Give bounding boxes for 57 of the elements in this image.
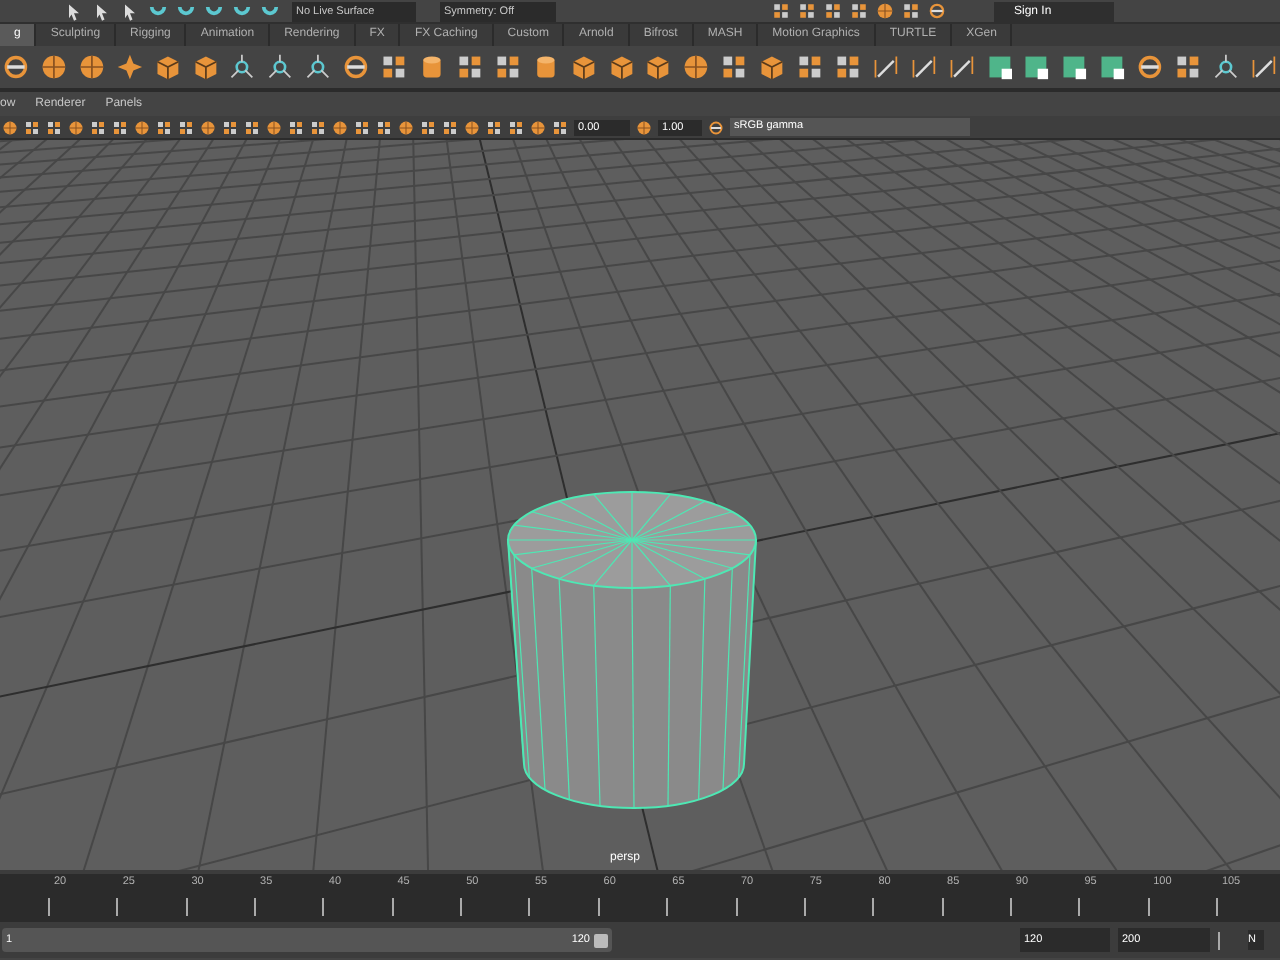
grid-icon[interactable] [508, 119, 524, 135]
grid-icon[interactable] [552, 119, 568, 135]
sphere-icon[interactable] [682, 52, 711, 82]
cube-icon[interactable] [758, 52, 787, 82]
grid-icon[interactable] [90, 119, 106, 135]
grid-icon[interactable] [796, 52, 824, 82]
grid-icon[interactable] [288, 119, 304, 135]
grid-icon[interactable] [380, 52, 408, 82]
grid-icon[interactable] [850, 2, 868, 20]
star-icon[interactable] [115, 52, 144, 82]
sphere-icon[interactable] [68, 119, 84, 135]
grid-icon[interactable] [833, 52, 862, 82]
grid-icon[interactable] [824, 2, 842, 20]
cylinder-icon[interactable] [531, 52, 560, 82]
grid-icon[interactable] [112, 119, 128, 135]
grid-icon[interactable] [354, 119, 370, 135]
sphere-icon[interactable] [77, 52, 106, 82]
sphere-icon[interactable] [2, 119, 18, 135]
sphere-icon[interactable] [39, 52, 68, 82]
grid-icon[interactable] [493, 52, 522, 82]
grid-icon[interactable] [222, 119, 238, 135]
sphere-icon[interactable] [530, 119, 546, 135]
square-icon[interactable] [1022, 52, 1051, 82]
cube-icon[interactable] [191, 52, 219, 82]
grid-icon[interactable] [46, 119, 62, 135]
cube-icon[interactable] [644, 52, 673, 82]
grid-icon[interactable] [442, 119, 458, 135]
sphere-icon[interactable] [876, 2, 894, 20]
grid-icon[interactable] [244, 119, 260, 135]
grid-icon[interactable] [902, 2, 920, 20]
sphere-icon[interactable] [266, 119, 282, 135]
square-icon[interactable] [985, 52, 1013, 82]
grid-icon[interactable] [720, 52, 749, 82]
grid-icon[interactable] [178, 119, 194, 135]
grid-icon[interactable] [420, 119, 436, 135]
grid-icon[interactable] [1174, 52, 1202, 82]
sphere-icon[interactable] [134, 119, 150, 135]
grid-icon[interactable] [376, 119, 392, 135]
grid-icon[interactable] [24, 119, 40, 135]
grid-icon[interactable] [772, 2, 790, 20]
cylinder-icon[interactable] [417, 52, 446, 82]
square-icon[interactable] [1098, 52, 1127, 82]
sphere-icon[interactable] [398, 119, 414, 135]
grid-icon[interactable] [455, 52, 484, 82]
grid-icon[interactable] [486, 119, 502, 135]
sphere-icon[interactable] [636, 119, 652, 135]
cube-icon[interactable] [569, 52, 597, 82]
grid-icon[interactable] [798, 2, 816, 20]
square-icon[interactable] [1060, 52, 1089, 82]
range-handle[interactable] [594, 933, 608, 947]
sphere-icon[interactable] [332, 119, 348, 135]
sphere-icon[interactable] [464, 119, 480, 135]
grid-icon[interactable] [310, 119, 326, 135]
cube-icon[interactable] [607, 52, 635, 82]
grid-icon[interactable] [156, 119, 172, 135]
cube-icon[interactable] [153, 52, 182, 82]
sphere-icon[interactable] [200, 119, 216, 135]
